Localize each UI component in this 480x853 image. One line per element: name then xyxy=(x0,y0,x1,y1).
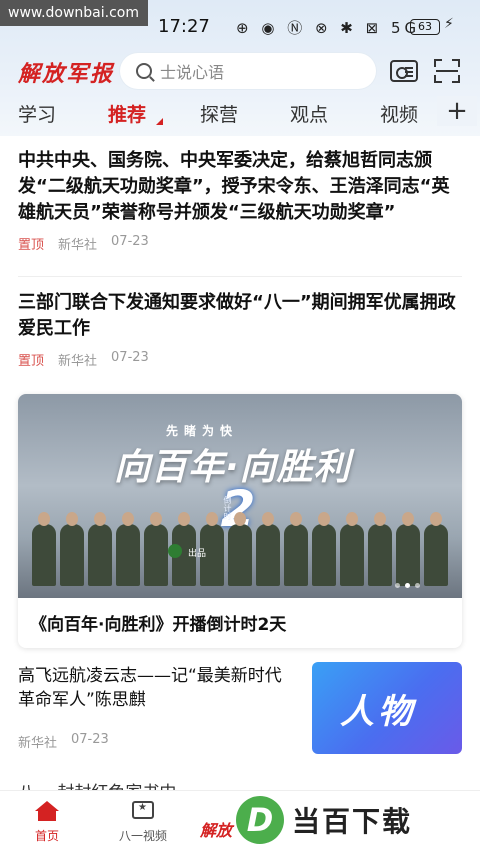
news-title: 中共中央、国务院、中央军委决定，给蔡旭哲同志颁发“二级航天功勋奖章”，授予宋令东… xyxy=(18,150,450,223)
app-header: 解放军报 士说心语 xyxy=(0,48,480,94)
news-source: 新华社 xyxy=(58,238,98,253)
news-meta: 新华社 07-23 xyxy=(18,732,298,751)
radio-icon[interactable] xyxy=(390,60,418,82)
clock: 17:27 xyxy=(158,16,210,37)
watermark-logo: D xyxy=(236,796,284,844)
producer-logo-icon xyxy=(168,544,182,558)
nav-center-logo[interactable]: 解放 xyxy=(200,817,232,841)
thumbnail-label: 人物 xyxy=(340,692,416,732)
site-watermark: www.downbai.com xyxy=(0,0,148,26)
news-meta: 置顶 新华社 07-23 xyxy=(18,350,462,369)
news-title: 三部门联合下发通知要求做好“八一”期间拥军优属拥政爱民工作 xyxy=(18,292,456,339)
news-item[interactable]: 高飞远航凌云志——记“最美新时代革命军人”陈思麒 新华社 07-23 xyxy=(18,664,298,751)
nav-home-label: 首页 xyxy=(34,829,59,843)
battery-icon: 63 xyxy=(410,19,440,35)
news-source: 新华社 xyxy=(18,736,58,751)
active-tab-indicator xyxy=(156,118,163,125)
status-icons: ⊕ ◉ Ⓝ ⊗ ✱ ⊠ 5G xyxy=(236,19,421,37)
tv-icon xyxy=(131,801,155,821)
nav-video-label: 八一视频 xyxy=(118,829,167,843)
search-icon xyxy=(136,63,152,79)
carousel-dots xyxy=(395,583,420,588)
tab-recommend[interactable]: 推荐 xyxy=(108,100,146,127)
pinned-badge: 置顶 xyxy=(18,354,45,369)
charging-icon: ⚡ xyxy=(444,16,454,32)
news-date: 07-23 xyxy=(111,234,149,249)
app-logo: 解放军报 xyxy=(18,61,115,87)
banner-subtitle: 先睹为快 xyxy=(166,424,239,438)
search-bar[interactable]: 士说心语 xyxy=(120,53,376,89)
news-source: 新华社 xyxy=(58,354,98,369)
news-meta: 置顶 新华社 07-23 xyxy=(18,234,462,253)
category-tabs: 学习 推荐 探营 观点 视频 + xyxy=(0,96,480,130)
tab-study[interactable]: 学习 xyxy=(18,100,56,127)
status-bar: www.downbai.com 17:27 ⊕ ◉ Ⓝ ⊗ ✱ ⊠ 5G 63 … xyxy=(0,0,480,44)
news-title: 高飞远航凌云志——记“最美新时代革命军人”陈思麒 xyxy=(18,666,282,710)
news-item[interactable]: 中共中央、国务院、中央军委决定，给蔡旭哲同志颁发“二级航天功勋奖章”，授予宋令东… xyxy=(18,148,462,253)
tab-camp[interactable]: 探营 xyxy=(200,100,238,127)
scan-icon[interactable] xyxy=(434,59,460,83)
banner-image: 先睹为快 向百年·向胜利 2 倒计时 出品 xyxy=(18,394,462,598)
pinned-badge: 置顶 xyxy=(18,238,45,253)
tab-video[interactable]: 视频 xyxy=(380,100,418,127)
nav-video[interactable]: 八一视频 xyxy=(108,801,178,844)
news-thumbnail[interactable]: 人物 xyxy=(312,662,462,754)
nav-home[interactable]: 首页 xyxy=(12,801,82,844)
divider xyxy=(18,276,462,277)
tab-opinion[interactable]: 观点 xyxy=(290,100,328,127)
news-date: 07-23 xyxy=(71,732,109,747)
producer-text: 出品 xyxy=(188,549,207,559)
news-date: 07-23 xyxy=(111,350,149,365)
search-placeholder: 士说心语 xyxy=(160,63,225,82)
news-item[interactable]: 三部门联合下发通知要求做好“八一”期间拥军优属拥政爱民工作 置顶 新华社 07-… xyxy=(18,290,462,369)
watermark-text: 当百下载 xyxy=(292,805,413,838)
banner-card[interactable]: 先睹为快 向百年·向胜利 2 倒计时 出品 《向百年·向胜利》开播倒计时2天 xyxy=(18,394,462,648)
banner-title: 《向百年·向胜利》开播倒计时2天 xyxy=(30,615,287,635)
add-tab-icon[interactable]: + xyxy=(437,96,477,126)
home-icon xyxy=(35,801,59,821)
download-watermark: D 当百下载 xyxy=(236,792,476,848)
